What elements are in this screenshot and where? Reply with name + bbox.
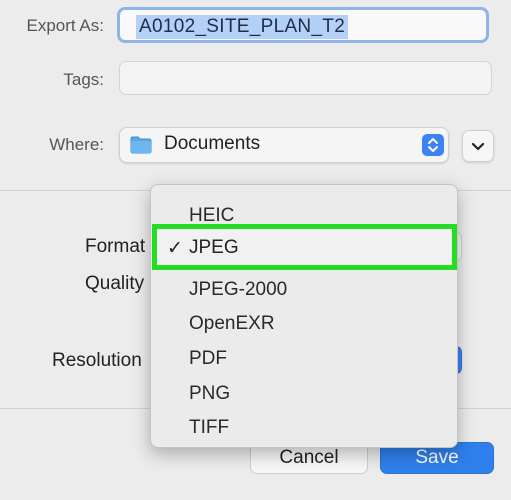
where-label: Where: xyxy=(49,135,104,154)
tags-input[interactable] xyxy=(119,61,492,95)
menu-item-label: JPEG-2000 xyxy=(189,279,288,300)
menu-item-label: PNG xyxy=(189,383,231,404)
menu-item-jpeg-2000[interactable]: JPEG-2000 xyxy=(151,271,457,307)
export-as-label: Export As: xyxy=(26,16,104,35)
menu-item-tiff[interactable]: TIFF xyxy=(151,409,457,445)
where-value: Documents xyxy=(164,133,261,154)
menu-item-jpeg[interactable]: ✓ JPEG xyxy=(152,224,457,270)
quality-label: Quality xyxy=(85,273,145,294)
menu-item-label: TIFF xyxy=(189,417,230,438)
expand-button[interactable] xyxy=(462,130,494,162)
resolution-label: Resolution xyxy=(52,350,142,371)
folder-icon xyxy=(130,136,152,154)
chevron-down-icon xyxy=(471,142,485,151)
menu-item-label: OpenEXR xyxy=(189,313,275,334)
where-select[interactable]: Documents xyxy=(119,127,449,163)
menu-item-label: PDF xyxy=(189,348,227,369)
menu-item-png[interactable]: PNG xyxy=(151,375,457,411)
menu-item-label: JPEG xyxy=(189,237,239,258)
checkmark-icon: ✓ xyxy=(167,238,183,259)
menu-item-openexr[interactable]: OpenEXR xyxy=(151,305,457,341)
format-label: Format xyxy=(85,236,146,257)
export-as-value: A0102_SITE_PLAN_T2 xyxy=(136,15,349,39)
up-down-chevron-icon xyxy=(422,134,444,156)
tags-label: Tags: xyxy=(63,70,104,89)
export-as-input[interactable]: A0102_SITE_PLAN_T2 xyxy=(117,7,489,43)
menu-item-pdf[interactable]: PDF xyxy=(151,340,457,376)
